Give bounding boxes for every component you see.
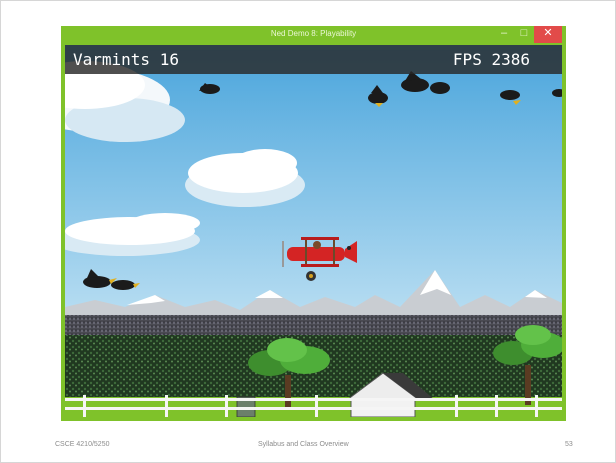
close-button[interactable]: ✕ (534, 26, 562, 43)
fps-readout: FPS 2386 (453, 50, 530, 69)
game-window: Ned Demo 8: Playability – □ ✕ Varmints 1… (61, 26, 566, 421)
game-viewport[interactable]: Varmints 16 FPS 2386 (65, 45, 562, 417)
maximize-button[interactable]: □ (515, 26, 533, 43)
score-value: 16 (159, 50, 179, 69)
fps-label: FPS (452, 50, 482, 69)
window-title: Ned Demo 8: Playability (270, 29, 357, 38)
score-label: Varmints (73, 50, 151, 69)
title-bar[interactable]: Ned Demo 8: Playability – □ ✕ (61, 26, 566, 45)
crow[interactable] (430, 82, 450, 94)
hud-bar: Varmints 16 FPS 2386 (65, 45, 562, 74)
slide: Ned Demo 8: Playability – □ ✕ Varmints 1… (0, 0, 616, 463)
fps-value: 2386 (491, 50, 530, 69)
minimize-button[interactable]: – (495, 26, 513, 43)
score-readout: Varmints 16 (73, 50, 179, 69)
footer-page-number: 53 (565, 441, 573, 448)
fence (65, 395, 562, 417)
footer-course: CSCE 4210/5250 (55, 441, 110, 448)
footer-topic: Syllabus and Class Overview (258, 441, 349, 448)
